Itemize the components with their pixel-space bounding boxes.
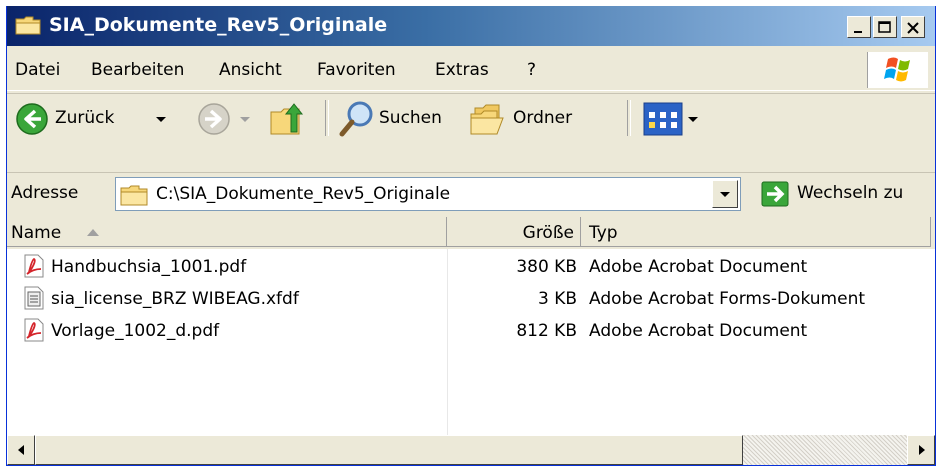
file-name: Vorlage_1002_d.pdf	[51, 321, 220, 341]
title-bar[interactable]: SIA_Dokumente_Rev5_Originale	[7, 6, 935, 46]
scroll-left-icon	[18, 445, 24, 455]
column-type-label: Typ	[589, 223, 618, 243]
scroll-left-button[interactable]	[7, 435, 35, 465]
file-type: Adobe Acrobat Document	[589, 257, 808, 277]
minimize-icon	[854, 31, 862, 33]
column-header-name[interactable]: Name	[7, 217, 447, 247]
go-button[interactable]: Wechseln zu	[797, 183, 903, 203]
maximize-button[interactable]	[873, 16, 897, 38]
up-folder-icon[interactable]	[269, 100, 309, 138]
file-size: 812 KB	[516, 321, 577, 341]
file-list: Name Größe Typ Handbuchsia_1001.pdf 380 …	[7, 217, 935, 465]
forward-arrow-icon[interactable]	[197, 102, 231, 136]
address-field[interactable]: C:\SIA_Dokumente_Rev5_Originale	[115, 177, 741, 211]
scroll-track[interactable]	[743, 435, 907, 465]
explorer-window: SIA_Dokumente_Rev5_Originale Datei Bearb…	[6, 6, 936, 466]
close-icon	[907, 22, 919, 34]
menu-favorites[interactable]: Favoriten	[317, 60, 396, 80]
table-row[interactable]: Vorlage_1002_d.pdf 812 KB Adobe Acrobat …	[7, 315, 935, 347]
toolbar-separator	[325, 100, 329, 136]
folder-icon	[120, 185, 148, 206]
folder-icon	[15, 16, 41, 35]
back-button[interactable]: Zurück	[55, 108, 114, 128]
pdf-icon	[24, 318, 44, 342]
file-type: Adobe Acrobat Forms-Dokument	[589, 289, 866, 309]
list-header: Name Größe Typ	[7, 217, 935, 249]
column-name-label: Name	[11, 223, 62, 243]
address-dropdown-button[interactable]	[712, 180, 738, 208]
folders-icon[interactable]	[469, 100, 509, 138]
file-size: 3 KB	[537, 289, 577, 309]
windows-logo	[867, 52, 928, 88]
scroll-thumb[interactable]	[35, 435, 743, 465]
windows-flag-icon	[884, 57, 910, 82]
go-arrow-icon[interactable]	[761, 181, 789, 207]
toolbar-separator	[627, 100, 631, 136]
maximize-icon	[878, 21, 891, 33]
menu-bar: Datei Bearbeiten Ansicht Favoriten Extra…	[7, 50, 935, 91]
menu-help[interactable]: ?	[527, 60, 536, 80]
back-arrow-icon[interactable]	[15, 102, 49, 136]
menu-tools[interactable]: Extras	[435, 60, 489, 80]
sort-ascending-icon	[87, 229, 99, 236]
file-name: Handbuchsia_1001.pdf	[51, 257, 247, 277]
horizontal-scrollbar[interactable]	[7, 435, 935, 465]
column-size-label: Größe	[522, 223, 574, 243]
close-button[interactable]	[901, 16, 925, 38]
pdf-icon	[24, 254, 44, 278]
back-dropdown-icon[interactable]	[155, 116, 167, 124]
views-dropdown-icon[interactable]	[687, 116, 699, 124]
column-header-type[interactable]: Typ	[581, 217, 931, 247]
column-header-size[interactable]: Größe	[447, 217, 581, 247]
address-path[interactable]: C:\SIA_Dokumente_Rev5_Originale	[156, 184, 450, 204]
table-row[interactable]: sia_license_BRZ WIBEAG.xfdf 3 KB Adobe A…	[7, 283, 935, 315]
scroll-right-button[interactable]	[907, 435, 935, 465]
address-label: Adresse	[11, 183, 79, 203]
forward-dropdown-icon[interactable]	[239, 116, 251, 124]
toolbar: Zurück Suchen Ordner	[7, 93, 935, 173]
menu-view[interactable]: Ansicht	[219, 60, 282, 80]
menu-edit[interactable]: Bearbeiten	[91, 60, 184, 80]
menu-file[interactable]: Datei	[15, 60, 60, 80]
address-bar: Adresse C:\SIA_Dokumente_Rev5_Originale …	[7, 171, 935, 217]
window-title: SIA_Dokumente_Rev5_Originale	[49, 14, 388, 36]
folders-button[interactable]: Ordner	[513, 108, 572, 128]
xfdf-icon	[24, 286, 44, 310]
chevron-down-icon	[720, 192, 730, 197]
views-icon[interactable]	[643, 102, 683, 136]
file-size: 380 KB	[516, 257, 577, 277]
table-row[interactable]: Handbuchsia_1001.pdf 380 KB Adobe Acroba…	[7, 251, 935, 283]
file-type: Adobe Acrobat Document	[589, 321, 808, 341]
search-icon[interactable]	[339, 100, 375, 138]
search-button[interactable]: Suchen	[379, 108, 442, 128]
scroll-right-icon	[919, 445, 925, 455]
minimize-button[interactable]	[847, 16, 871, 38]
file-name: sia_license_BRZ WIBEAG.xfdf	[51, 289, 299, 309]
